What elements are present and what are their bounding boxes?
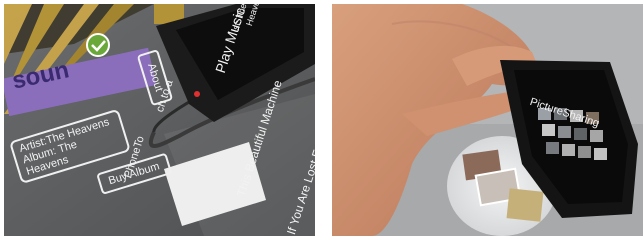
- left-photo: soun Artist:The Heavens Album: The Heave…: [4, 4, 315, 236]
- right-photo: PictureSharing: [332, 4, 643, 236]
